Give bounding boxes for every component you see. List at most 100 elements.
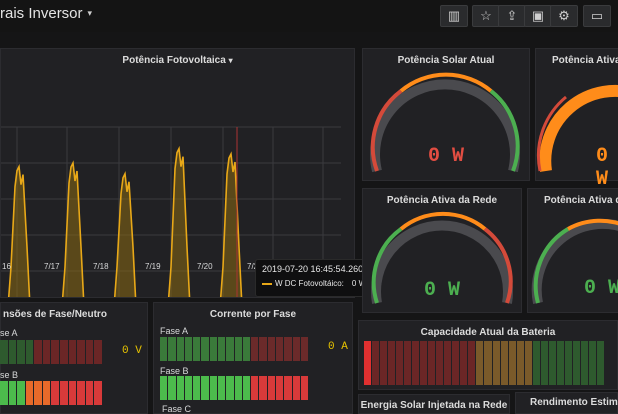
dashboard-title-text: rais Inversor [0, 5, 83, 22]
bar-gauge-cell [284, 376, 292, 400]
phase-b-bar-gauge [160, 376, 309, 400]
battery-bar-gauge [364, 341, 604, 385]
bar-gauge-cell [484, 341, 492, 385]
x-tick-label: 7/20 [197, 262, 213, 271]
gauge-value: 0 W [427, 145, 464, 168]
bar-gauge-cell [492, 341, 500, 385]
share-button[interactable]: ⇪ [498, 5, 526, 27]
bar-gauge-cell [85, 340, 94, 364]
bar-gauge-cell [532, 341, 540, 385]
gauge-panel-solar[interactable]: Potência Solar Atual 0 W [362, 48, 530, 181]
bar-gauge-cell [168, 337, 176, 361]
bar-gauge-cell [444, 341, 452, 385]
bar-gauge-cell [242, 337, 251, 361]
bar-gauge-cell [17, 381, 25, 405]
bar-gauge-cell [468, 341, 476, 385]
bar-gauge-cell [267, 376, 275, 400]
bar-gauge-cell [380, 341, 388, 385]
bar-gauge-cell [217, 376, 226, 400]
phase-a-label: Fase A [160, 326, 189, 336]
bar-gauge-cell [68, 340, 77, 364]
bar-gauge-cell [500, 341, 508, 385]
bar-gauge-cell [94, 381, 102, 405]
bar-gauge-cell [242, 376, 251, 400]
bar-gauge-cell [184, 376, 193, 400]
bar-gauge-cell [251, 376, 259, 400]
bar-gauge-cell [588, 341, 596, 385]
add-panel-button[interactable]: ▥ [440, 5, 468, 27]
energia-panel[interactable]: Energia Solar Injetada na Rede [358, 394, 510, 414]
bar-gauge-cell [0, 340, 8, 364]
dashboard-title[interactable]: rais Inversor ▾ [0, 5, 92, 22]
bar-gauge-cell [292, 337, 300, 361]
bar-gauge-cell [209, 376, 217, 400]
tv-icon: ▭ [590, 8, 604, 23]
bar-gauge-cell [17, 340, 25, 364]
x-tick-label: 7/17 [44, 262, 60, 271]
bar-gauge-cell [412, 341, 420, 385]
bar-gauge-cell [508, 341, 516, 385]
phase-c-label: Fase C [162, 404, 192, 414]
bar-gauge-cell [540, 341, 548, 385]
bar-gauge-cell [234, 376, 242, 400]
star-icon: ☆ [480, 8, 492, 23]
bar-gauge-cell [275, 337, 284, 361]
bar-gauge-cell [168, 376, 176, 400]
bar-gauge-cell [51, 340, 60, 364]
save-button[interactable]: ▣ [524, 5, 552, 27]
bar-gauge-cell [160, 376, 168, 400]
bar-gauge-cell [193, 337, 201, 361]
bar-gauge-cell [516, 341, 524, 385]
bar-gauge-cell [8, 381, 17, 405]
phase-a-bar-gauge [160, 337, 309, 361]
bar-gauge-cell [77, 340, 85, 364]
bar-gauge-cell [292, 376, 300, 400]
gauge-panel-rede[interactable]: Potência Ativa da Rede 0 W [362, 188, 522, 313]
bar-gauge-cell [460, 341, 468, 385]
rendimento-panel[interactable]: Rendimento Estim [515, 392, 618, 414]
gauge-panel-ativa-2[interactable]: Potência Ativa da 0 W [527, 188, 618, 313]
bateria-title: Capacidade Atual da Bateria [420, 327, 556, 338]
bar-gauge-cell [259, 337, 267, 361]
bar-gauge-cell [428, 341, 436, 385]
settings-button[interactable]: ⚙ [550, 5, 578, 27]
bar-gauge-cell [396, 341, 404, 385]
bar-gauge-cell [556, 341, 564, 385]
bar-gauge-cell [184, 337, 193, 361]
bar-gauge-cell [94, 340, 102, 364]
series-swatch [262, 282, 272, 285]
bar-gauge-cell [300, 337, 309, 361]
bar-gauge-cell [8, 340, 17, 364]
bar-gauge-cell [404, 341, 412, 385]
bar-gauge-cell [364, 341, 372, 385]
x-tick-label: 7/18 [93, 262, 109, 271]
tv-mode-button[interactable]: ▭ [583, 5, 611, 27]
bar-gauge-cell [284, 337, 292, 361]
tooltip-series: W DC Fotovoltáico: [275, 279, 344, 288]
bar-gauge-cell [388, 341, 396, 385]
voltage-value: 0 V [122, 345, 142, 357]
gauge-value: 0 W [423, 279, 460, 302]
gauge-panel-ativa-1[interactable]: Potência Ativa da 0 W [535, 48, 618, 191]
bar-gauge-cell [217, 337, 226, 361]
bar-gauge-cell [420, 341, 428, 385]
bar-gauge-cell [25, 381, 34, 405]
star-button[interactable]: ☆ [472, 5, 500, 27]
bar-gauge-cell [259, 376, 267, 400]
chevron-down-icon: ▾ [87, 8, 93, 18]
x-tick-label: 16 [2, 262, 11, 271]
corrente-title: Corrente por Fase [209, 309, 297, 320]
bar-gauge-cell [34, 381, 42, 405]
bar-gauge-cell [60, 381, 68, 405]
phase-a-bar-gauge [0, 340, 102, 364]
phase-a-label: se A [0, 328, 18, 338]
bar-gauge-cell [436, 341, 444, 385]
bar-gauge-cell [209, 337, 217, 361]
bar-gauge-cell [85, 381, 94, 405]
bar-gauge-cell [234, 337, 242, 361]
tensoes-title: nsões de Fase/Neutro [3, 309, 107, 320]
save-icon: ▣ [531, 8, 545, 23]
phase-b-label: Fase B [160, 366, 189, 376]
phase-b-bar-gauge [0, 381, 102, 405]
energia-title: Energia Solar Injetada na Rede [360, 400, 508, 411]
